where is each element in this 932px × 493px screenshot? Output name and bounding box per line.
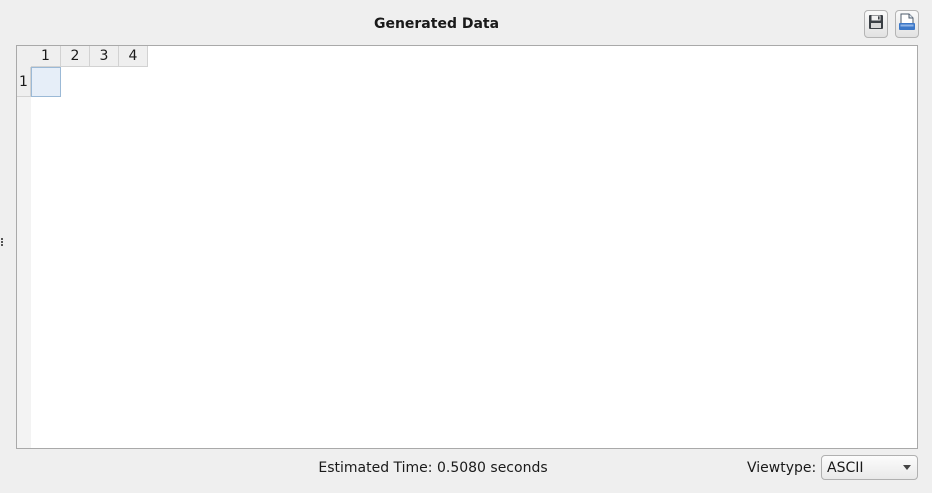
column-header-row: 1 2 3 4 — [31, 46, 148, 67]
column-header[interactable]: 2 — [61, 46, 90, 67]
row-header-column: 1 — [17, 67, 31, 448]
column-header[interactable]: 4 — [119, 46, 148, 67]
table-cell-selected[interactable] — [31, 67, 61, 97]
export-icon — [898, 13, 916, 35]
table-corner — [17, 46, 31, 67]
panel-title: Generated Data — [373, 16, 500, 32]
viewtype-label: Viewtype: — [747, 460, 817, 476]
column-header[interactable]: 3 — [90, 46, 119, 67]
save-button[interactable] — [864, 10, 888, 38]
export-button[interactable] — [895, 10, 919, 38]
viewtype-select[interactable]: ASCII — [821, 455, 918, 480]
save-icon — [868, 14, 884, 34]
column-header[interactable]: 1 — [31, 46, 61, 67]
estimated-time-label: Estimated Time: 0.5080 seconds — [318, 460, 548, 476]
data-table[interactable]: 1 2 3 4 1 — [16, 45, 918, 449]
viewtype-value: ASCII — [827, 460, 864, 476]
row-header[interactable]: 1 — [17, 67, 31, 97]
splitter-handle[interactable] — [1, 238, 4, 248]
chevron-down-icon — [903, 465, 911, 470]
